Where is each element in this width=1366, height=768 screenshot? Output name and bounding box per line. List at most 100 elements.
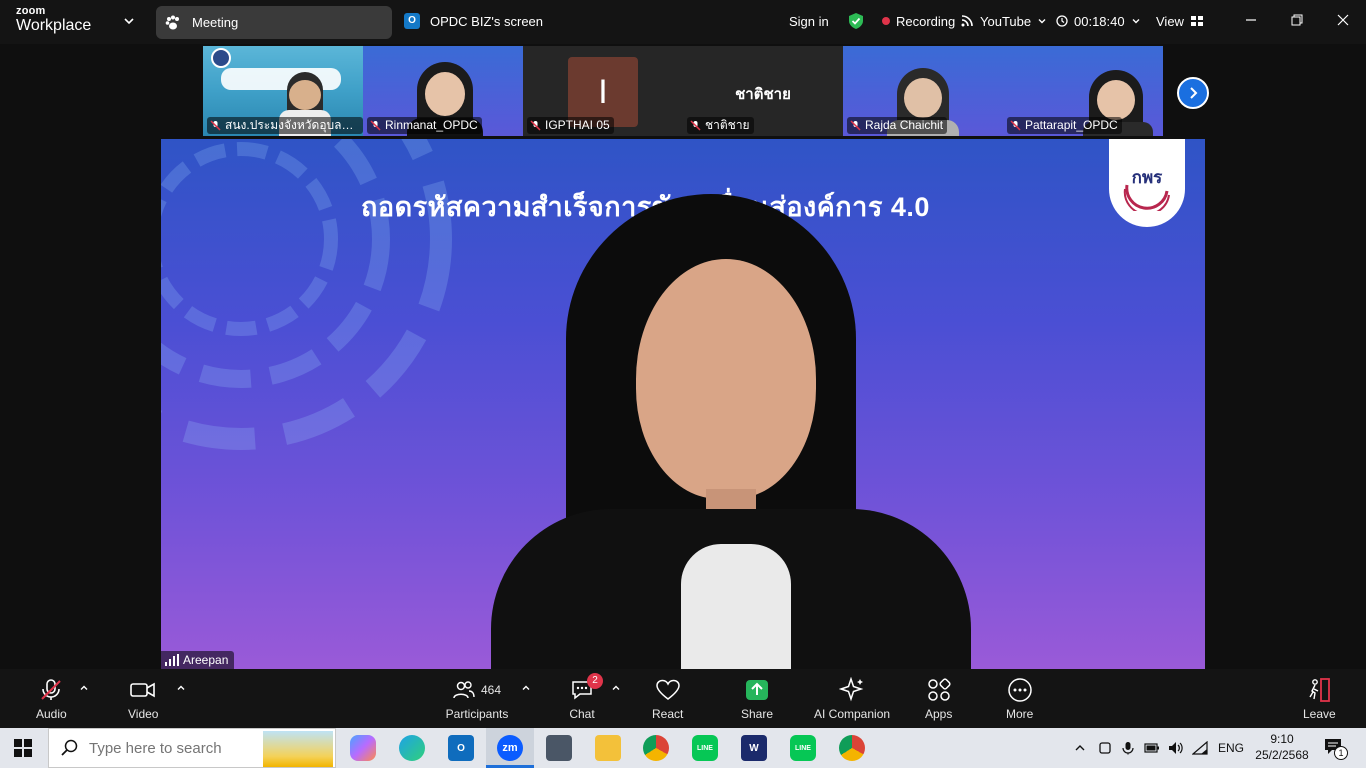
youtube-stream-button[interactable]: YouTube: [960, 12, 1047, 30]
chevron-up-icon[interactable]: [521, 683, 531, 693]
chrome-profile-icon[interactable]: [839, 735, 865, 761]
webex-icon[interactable]: W: [741, 735, 767, 761]
recording-indicator[interactable]: Recording: [882, 12, 955, 30]
taskbar-search[interactable]: [48, 728, 336, 768]
muted-mic-icon: [530, 120, 541, 131]
outlook-icon[interactable]: O: [448, 735, 474, 761]
youtube-label: YouTube: [980, 13, 1032, 29]
zoom-window: zoom Workplace Meeting O OPDC BIZ's scre…: [0, 0, 1366, 728]
chevron-up-icon[interactable]: [176, 683, 186, 693]
windows-start-button[interactable]: [14, 739, 32, 762]
system-tray: ENG: [1074, 728, 1244, 768]
chrome-icon[interactable]: [643, 735, 669, 761]
participant-tile[interactable]: Rajda Chaichit: [843, 46, 1003, 136]
leave-door-icon: [1309, 678, 1331, 702]
share-button[interactable]: Share: [741, 677, 773, 721]
chevron-up-icon[interactable]: [79, 683, 89, 693]
meeting-timer[interactable]: 00:18:40: [1056, 12, 1141, 30]
speaker-volume-icon[interactable]: [1168, 741, 1184, 755]
participant-name: สนง.ประมงจังหวัดอุบลราช...: [207, 117, 363, 134]
leave-button[interactable]: Leave: [1303, 677, 1336, 721]
meeting-toolbar: Audio Video 464 Participants 2 Chat Reac…: [0, 669, 1366, 728]
leave-label: Leave: [1303, 707, 1336, 721]
apps-icon: [927, 678, 951, 701]
chevron-down-icon: [1038, 19, 1046, 24]
participant-tile[interactable]: Rinmanat_OPDC: [363, 46, 523, 136]
search-input[interactable]: [89, 739, 289, 757]
logo-big-text: Workplace: [16, 17, 92, 34]
close-icon: [1337, 14, 1349, 26]
zoom-taskbar-active[interactable]: zm: [486, 728, 534, 768]
participant-tile[interactable]: สนง.ประมงจังหวัดอุบลราช...: [203, 46, 363, 136]
calculator-icon[interactable]: [546, 735, 572, 761]
signal-bars-icon: [165, 654, 179, 666]
grid-view-icon: [1190, 16, 1203, 26]
edge-browser-icon[interactable]: [399, 735, 425, 761]
clock-time: 9:10: [1270, 732, 1294, 746]
chevron-up-icon[interactable]: [1074, 742, 1086, 754]
participant-display-name: ชาติชาย: [735, 86, 791, 103]
copilot-icon[interactable]: [350, 735, 376, 761]
video-camera-icon: [130, 682, 156, 698]
participant-tile[interactable]: I IGPTHAI 05: [523, 46, 683, 136]
close-button[interactable]: [1333, 10, 1353, 30]
sparkle-icon: [839, 677, 864, 702]
notification-badge: 1: [1334, 746, 1348, 760]
windows-taskbar: O zm LINE W LINE ENG 9:10 25/2/2568 1: [0, 728, 1366, 768]
chevron-up-icon[interactable]: [611, 683, 621, 693]
audio-button[interactable]: Audio: [36, 677, 67, 721]
ai-companion-button[interactable]: AI Companion: [814, 677, 890, 721]
title-bar: zoom Workplace Meeting O OPDC BIZ's scre…: [0, 0, 1366, 44]
meet-now-icon[interactable]: [1098, 741, 1112, 755]
recording-label: Recording: [896, 13, 956, 29]
logo-small-text: zoom: [16, 5, 46, 17]
zoom-logo[interactable]: zoom Workplace: [16, 6, 91, 34]
muted-mic-icon: [850, 120, 861, 131]
view-label: View: [1156, 13, 1184, 29]
video-button[interactable]: Video: [128, 677, 158, 721]
taskbar-clock[interactable]: 9:10 25/2/2568: [1252, 731, 1312, 763]
speaker-name: Areepan: [183, 653, 229, 667]
restore-button[interactable]: [1287, 10, 1307, 30]
input-language[interactable]: ENG: [1218, 741, 1244, 755]
sign-in-button[interactable]: Sign in: [789, 12, 829, 30]
view-button[interactable]: View: [1156, 12, 1204, 30]
gallery-next-button[interactable]: [1177, 77, 1209, 109]
line-app-icon[interactable]: LINE: [790, 735, 816, 761]
apps-button[interactable]: Apps: [925, 677, 952, 721]
participant-tile[interactable]: Pattarapit_OPDC: [1003, 46, 1163, 136]
sign-in-label: Sign in: [789, 13, 829, 29]
react-label: React: [652, 707, 684, 721]
apps-label: Apps: [925, 707, 953, 721]
meeting-tab[interactable]: Meeting: [156, 6, 392, 39]
participants-count: 464: [480, 683, 502, 697]
battery-icon[interactable]: [1144, 742, 1160, 754]
participants-button[interactable]: 464 Participants: [442, 677, 512, 721]
active-speaker-video[interactable]: ถอดรหัสความสำเร็จการขับเคลื่อนสู่องค์การ…: [161, 139, 1205, 669]
restore-icon: [1291, 14, 1303, 26]
meeting-tab-label: Meeting: [192, 15, 239, 30]
security-shield-icon[interactable]: [847, 12, 865, 30]
more-button[interactable]: More: [1006, 677, 1033, 721]
participant-gallery: สนง.ประมงจังหวัดอุบลราช... Rinmanat_OPDC…: [203, 46, 1163, 136]
line-app-icon[interactable]: LINE: [692, 735, 718, 761]
muted-mic-icon: [370, 120, 381, 131]
chevron-down-icon[interactable]: [122, 14, 136, 28]
participant-name: Rajda Chaichit: [847, 117, 948, 134]
heart-icon: [655, 679, 680, 700]
clock-icon: [1056, 15, 1068, 27]
minimize-button[interactable]: [1241, 10, 1261, 30]
microphone-icon[interactable]: [1122, 741, 1134, 755]
wifi-icon[interactable]: [1192, 741, 1208, 755]
muted-mic-icon: [690, 120, 701, 131]
share-screen-icon: [746, 680, 769, 700]
chat-button[interactable]: 2 Chat: [569, 673, 603, 721]
file-explorer-icon[interactable]: [595, 735, 621, 761]
share-label: Share: [741, 707, 774, 721]
more-dots-icon: [1007, 678, 1032, 702]
react-button[interactable]: React: [652, 677, 683, 721]
notification-center-button[interactable]: 1: [1324, 738, 1348, 761]
participant-tile[interactable]: ชาติชาย ชาติชาย: [683, 46, 843, 136]
muted-mic-icon: [210, 120, 221, 131]
screen-share-tab[interactable]: O OPDC BIZ's screen: [404, 13, 543, 29]
